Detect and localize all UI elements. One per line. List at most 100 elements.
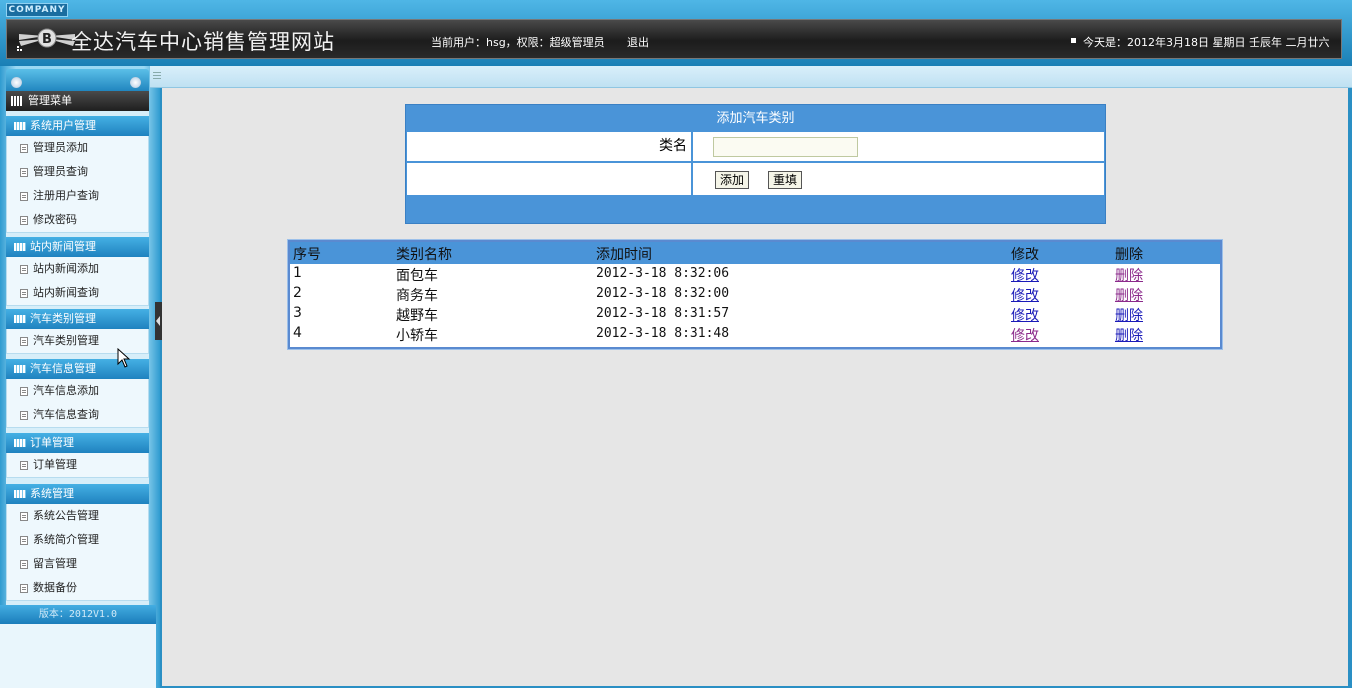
item-label: 管理员添加 — [33, 141, 88, 154]
cell-no: 3 — [293, 305, 302, 321]
logout-link[interactable]: 退出 — [627, 34, 649, 50]
sidebar-item-admin-query[interactable]: 管理员查询 — [7, 160, 148, 184]
cell-name: 商务车 — [396, 288, 438, 304]
group-title[interactable]: 系统用户管理 — [6, 116, 149, 136]
item-label: 注册用户查询 — [33, 189, 99, 202]
item-label: 系统简介管理 — [33, 533, 99, 546]
name-label: 类名 — [407, 132, 693, 161]
form-row-name: 类名 — [407, 132, 1104, 161]
group-icon — [14, 315, 26, 323]
current-user-info: 当前用户：hsg，权限：超级管理员 — [431, 36, 605, 49]
group-icon — [14, 243, 26, 251]
menu-grid-icon — [11, 96, 23, 106]
edit-link[interactable]: 修改 — [1011, 325, 1039, 345]
group-title-label: 订单管理 — [30, 436, 74, 449]
page-icon — [20, 387, 28, 396]
edit-link[interactable]: 修改 — [1011, 265, 1039, 285]
sidebar-item-orders[interactable]: 订单管理 — [7, 453, 148, 477]
item-label: 系统公告管理 — [33, 509, 99, 522]
form-row-actions: 添加 重填 — [407, 163, 1104, 195]
menu-body: 系统用户管理 管理员添加 管理员查询 注册用户查询 修改密码 站内新闻管理 站内… — [6, 111, 149, 655]
sidebar-item-car-add[interactable]: 汽车信息添加 — [7, 379, 148, 403]
category-table: 序号 类别名称 添加时间 修改 删除 1 面包车 2012-3-18 8:32:… — [288, 240, 1222, 349]
date-info: 今天是：2012年3月18日 星期日 壬辰年 二月廿六 — [1083, 36, 1330, 49]
company-tab: COMPANY — [6, 3, 68, 17]
group-title[interactable]: 站内新闻管理 — [6, 237, 149, 257]
item-label: 修改密码 — [33, 213, 77, 226]
pin-icon — [11, 77, 22, 88]
group-title-label: 系统管理 — [30, 487, 74, 500]
table-row: 2 商务车 2012-3-18 8:32:00 修改 删除 — [290, 284, 1220, 304]
item-label: 留言管理 — [33, 557, 77, 570]
page-icon — [20, 192, 28, 201]
page-icon — [20, 560, 28, 569]
group-icon — [14, 365, 26, 373]
edit-link[interactable]: 修改 — [1011, 305, 1039, 325]
grip-icon — [153, 72, 161, 81]
menu-group-system: 系统管理 系统公告管理 系统简介管理 留言管理 数据备份 — [6, 484, 149, 601]
menu-header: 管理菜单 — [6, 91, 149, 111]
item-label: 站内新闻添加 — [33, 262, 99, 275]
page-icon — [20, 216, 28, 225]
group-title[interactable]: 系统管理 — [6, 484, 149, 504]
table-row: 3 越野车 2012-3-18 8:31:57 修改 删除 — [290, 304, 1220, 324]
main-content: 添加汽车类别 类名 添加 重填 序号 类别名称 添加时间 修改 删除 1 面包车… — [162, 88, 1348, 686]
cell-time: 2012-3-18 8:32:06 — [596, 266, 730, 281]
page-icon — [20, 265, 28, 274]
sidebar-item-admin-add[interactable]: 管理员添加 — [7, 136, 148, 160]
reset-button[interactable]: 重填 — [768, 171, 803, 189]
group-title-label: 汽车信息管理 — [30, 362, 96, 375]
delete-link[interactable]: 删除 — [1115, 265, 1143, 285]
cell-name: 越野车 — [396, 308, 438, 324]
page-icon — [20, 584, 28, 593]
sidebar-top-bar — [6, 69, 149, 91]
bentley-logo-icon: B — [17, 28, 75, 51]
category-name-input[interactable] — [713, 137, 858, 157]
actions-label-cell — [407, 163, 693, 195]
page-icon — [20, 337, 28, 346]
column-header-delete: 删除 — [1115, 247, 1143, 263]
group-title[interactable]: 订单管理 — [6, 433, 149, 453]
menu-title: 管理菜单 — [28, 94, 72, 107]
group-title-label: 站内新闻管理 — [30, 240, 96, 253]
delete-link[interactable]: 删除 — [1115, 325, 1143, 345]
sidebar-item-announcements[interactable]: 系统公告管理 — [7, 504, 148, 528]
bullet-icon — [1071, 38, 1076, 43]
sidebar-item-news-add[interactable]: 站内新闻添加 — [7, 257, 148, 281]
page-icon — [20, 461, 28, 470]
add-button[interactable]: 添加 — [715, 171, 750, 189]
sidebar-item-intro[interactable]: 系统简介管理 — [7, 528, 148, 552]
menu-group-news: 站内新闻管理 站内新闻添加 站内新闻查询 — [6, 237, 149, 306]
sidebar-collapse-handle[interactable] — [155, 302, 162, 340]
item-label: 数据备份 — [33, 581, 77, 594]
page-icon — [20, 512, 28, 521]
edit-link[interactable]: 修改 — [1011, 285, 1039, 305]
pin-icon — [130, 77, 141, 88]
sidebar-item-news-query[interactable]: 站内新闻查询 — [7, 281, 148, 305]
form-title: 添加汽车类别 — [716, 111, 795, 126]
group-title[interactable]: 汽车类别管理 — [6, 309, 149, 329]
add-category-form: 添加汽车类别 类名 添加 重填 — [405, 104, 1106, 224]
group-title-label: 系统用户管理 — [30, 119, 96, 132]
page-icon — [20, 289, 28, 298]
cell-name: 小轿车 — [396, 328, 438, 344]
table-row: 1 面包车 2012-3-18 8:32:06 修改 删除 — [290, 264, 1220, 284]
item-label: 汽车类别管理 — [33, 334, 99, 347]
sidebar-item-car-query[interactable]: 汽车信息查询 — [7, 403, 148, 427]
sidebar-item-messages[interactable]: 留言管理 — [7, 552, 148, 576]
sidebar-item-user-query[interactable]: 注册用户查询 — [7, 184, 148, 208]
group-icon — [14, 122, 26, 130]
sidebar-item-backup[interactable]: 数据备份 — [7, 576, 148, 600]
cell-no: 2 — [293, 285, 302, 301]
delete-link[interactable]: 删除 — [1115, 285, 1143, 305]
sidebar-item-change-password[interactable]: 修改密码 — [7, 208, 148, 232]
item-label: 汽车信息添加 — [33, 384, 99, 397]
cell-time: 2012-3-18 8:32:00 — [596, 286, 730, 301]
page-icon — [20, 144, 28, 153]
app-header: COMPANY B 全达汽车中心销售管理网站 当前用户：hsg，权限：超级管理员… — [0, 0, 1352, 66]
cell-time: 2012-3-18 8:31:57 — [596, 306, 730, 321]
delete-link[interactable]: 删除 — [1115, 305, 1143, 325]
mouse-cursor-icon — [117, 348, 131, 368]
menu-group-car-info: 汽车信息管理 汽车信息添加 汽车信息查询 — [6, 359, 149, 428]
sidebar-bottom — [0, 624, 156, 688]
